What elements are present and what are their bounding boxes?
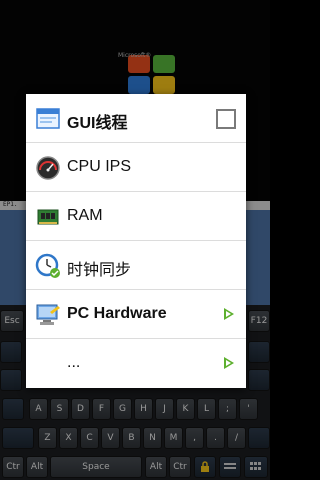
window-icon <box>35 106 61 132</box>
menu-item-label: CPU IPS <box>67 158 132 175</box>
menu-item-cpu-ips[interactable]: CPU IPS <box>26 143 246 192</box>
menu-item-gui-thread[interactable]: GUI线程 <box>26 94 246 143</box>
menu-item-pc-hardware[interactable]: PC Hardware <box>26 290 246 339</box>
settings-menu-dialog: GUI线程 CPU IPS RAM 时钟同步 PC Hardware ... <box>26 94 246 388</box>
ram-chip-icon <box>35 204 61 230</box>
menu-item-more[interactable]: ... <box>26 339 246 388</box>
menu-item-label: PC Hardware <box>67 305 167 322</box>
gui-thread-checkbox[interactable] <box>216 109 236 129</box>
hardware-icon <box>35 302 61 328</box>
menu-item-label: GUI线程 <box>67 115 128 132</box>
menu-item-ram[interactable]: RAM <box>26 192 246 241</box>
menu-item-label: 时钟同步 <box>67 262 132 279</box>
gauge-icon <box>35 155 61 181</box>
menu-item-label: ... <box>67 354 81 371</box>
submenu-arrow-icon <box>224 308 234 320</box>
menu-item-clock-sync[interactable]: 时钟同步 <box>26 241 246 290</box>
submenu-arrow-icon <box>224 357 234 369</box>
clock-sync-icon <box>35 253 61 279</box>
menu-item-label: RAM <box>67 207 103 224</box>
